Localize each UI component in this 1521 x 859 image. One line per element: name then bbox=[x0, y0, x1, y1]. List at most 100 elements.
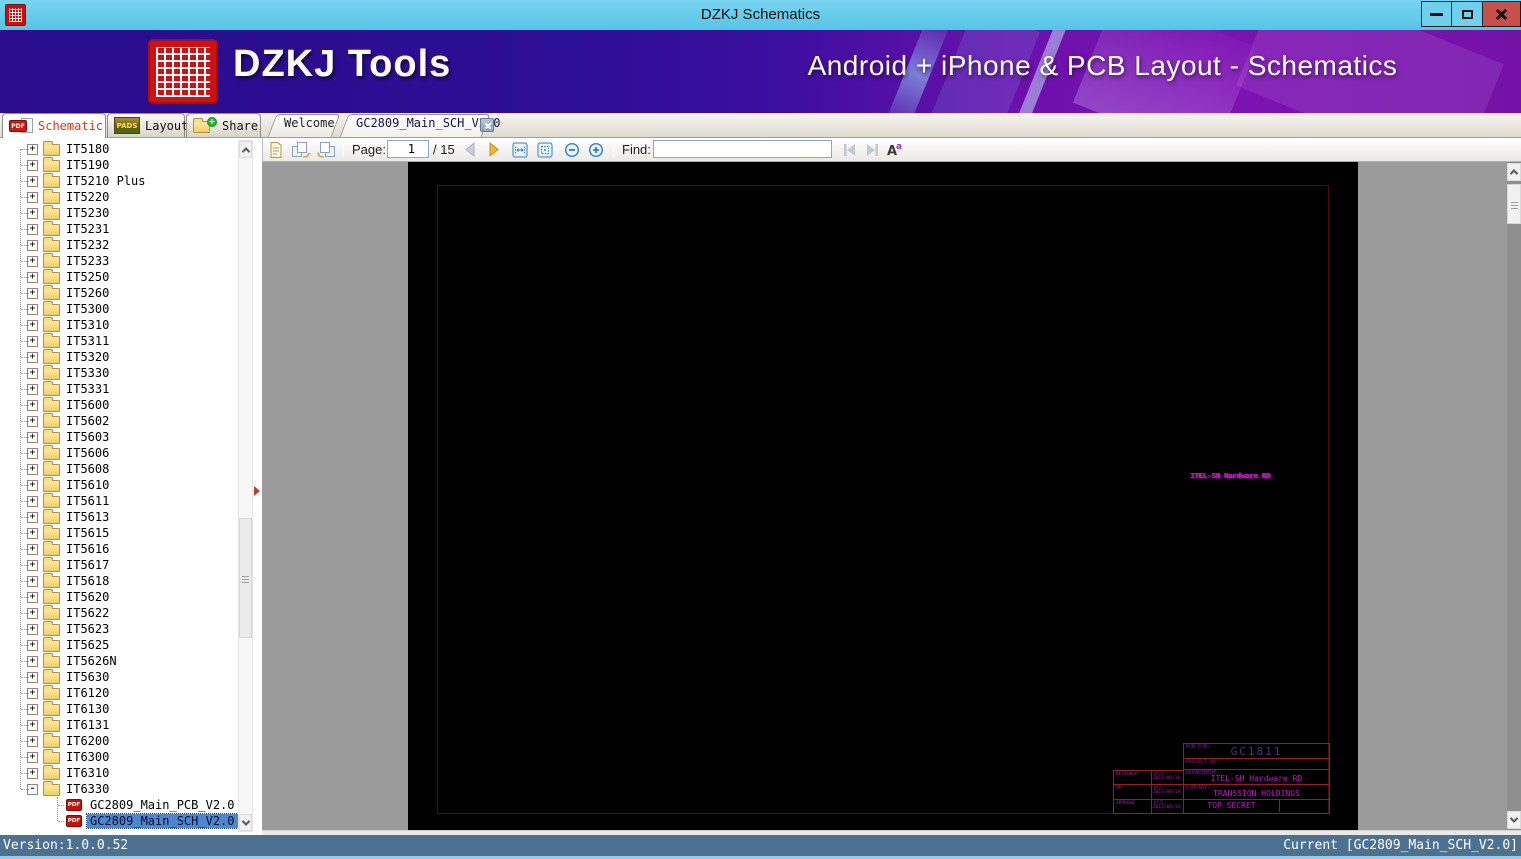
panel-splitter[interactable] bbox=[253, 138, 262, 835]
tree-folder-row[interactable]: + IT5310 bbox=[0, 317, 236, 333]
expand-toggle-icon[interactable]: + bbox=[27, 591, 38, 603]
tree-folder-row[interactable]: + IT6300 bbox=[0, 749, 236, 765]
collapse-toggle-icon[interactable]: - bbox=[27, 783, 38, 795]
close-button[interactable] bbox=[1482, 1, 1521, 27]
tree-folder-row[interactable]: + IT5210 Plus bbox=[0, 173, 236, 189]
tree-folder-row[interactable]: + IT5602 bbox=[0, 413, 236, 429]
expand-toggle-icon[interactable]: + bbox=[27, 671, 38, 683]
tree-folder-row[interactable]: + IT5603 bbox=[0, 429, 236, 445]
tree-folder-row[interactable]: + IT5233 bbox=[0, 253, 236, 269]
tree-folder-row[interactable]: + IT5250 bbox=[0, 269, 236, 285]
tree-folder-row[interactable]: + IT5608 bbox=[0, 461, 236, 477]
expand-toggle-icon[interactable]: + bbox=[27, 575, 38, 587]
expand-toggle-icon[interactable]: + bbox=[27, 191, 38, 203]
expand-toggle-icon[interactable]: + bbox=[27, 271, 38, 283]
zoom-in-button[interactable] bbox=[588, 140, 604, 159]
tab-share[interactable]: Share bbox=[186, 113, 261, 137]
expand-toggle-icon[interactable]: + bbox=[27, 351, 38, 363]
tree-folder-row[interactable]: + IT5617 bbox=[0, 557, 236, 573]
tree-folder-row[interactable]: + IT6200 bbox=[0, 733, 236, 749]
maximize-button[interactable] bbox=[1451, 1, 1483, 27]
page-number-input[interactable] bbox=[387, 140, 429, 158]
expand-toggle-icon[interactable]: + bbox=[27, 719, 38, 731]
tree-folder-row[interactable]: + IT5626N bbox=[0, 653, 236, 669]
viewer-scrollbar[interactable] bbox=[1507, 162, 1521, 830]
expand-toggle-icon[interactable]: + bbox=[27, 255, 38, 267]
tree-folder-row[interactable]: + IT5613 bbox=[0, 509, 236, 525]
tab-layout[interactable]: PADS Layout bbox=[107, 113, 188, 137]
tree-folder-row[interactable]: + IT5180 bbox=[0, 141, 236, 157]
snapshot-page-button[interactable] bbox=[268, 140, 284, 159]
tree-folder-row[interactable]: + IT6120 bbox=[0, 685, 236, 701]
tree-folder-row[interactable]: + IT5618 bbox=[0, 573, 236, 589]
tree-folder-row[interactable]: + IT5611 bbox=[0, 493, 236, 509]
tree-folder-row[interactable]: + IT5220 bbox=[0, 189, 236, 205]
tree-folder-row[interactable]: + IT5600 bbox=[0, 397, 236, 413]
expand-toggle-icon[interactable]: + bbox=[27, 639, 38, 651]
tree-folder-row[interactable]: + IT5610 bbox=[0, 477, 236, 493]
expand-toggle-icon[interactable]: + bbox=[27, 239, 38, 251]
tree-doc-row[interactable]: PDF GC2809_Main_SCH_V2.0 bbox=[0, 813, 239, 829]
expand-toggle-icon[interactable]: + bbox=[27, 495, 38, 507]
expand-toggle-icon[interactable]: + bbox=[27, 447, 38, 459]
expand-toggle-icon[interactable]: + bbox=[27, 319, 38, 331]
tree-folder-row[interactable]: + IT5260 bbox=[0, 285, 236, 301]
expand-toggle-icon[interactable]: + bbox=[27, 415, 38, 427]
expand-toggle-icon[interactable]: + bbox=[27, 655, 38, 667]
tree-folder-row[interactable]: + IT6130 bbox=[0, 701, 236, 717]
tree-scrollbar[interactable] bbox=[238, 140, 253, 832]
expand-toggle-icon[interactable]: + bbox=[27, 399, 38, 411]
scroll-up-icon[interactable] bbox=[1507, 163, 1521, 181]
expand-toggle-icon[interactable]: + bbox=[27, 463, 38, 475]
tree-folder-row[interactable]: + IT5311 bbox=[0, 333, 236, 349]
previous-page-button[interactable] bbox=[463, 140, 477, 159]
tree-folder-row[interactable]: + IT5331 bbox=[0, 381, 236, 397]
find-next-button[interactable] bbox=[863, 140, 881, 159]
tree-folder-row[interactable]: + IT5625 bbox=[0, 637, 236, 653]
expand-toggle-icon[interactable]: + bbox=[27, 703, 38, 715]
previous-view-button[interactable] bbox=[316, 140, 336, 159]
expand-toggle-icon[interactable]: + bbox=[27, 479, 38, 491]
expand-toggle-icon[interactable]: + bbox=[27, 559, 38, 571]
expand-toggle-icon[interactable]: + bbox=[27, 159, 38, 171]
scroll-up-icon[interactable] bbox=[239, 141, 252, 158]
fit-page-button[interactable] bbox=[537, 140, 553, 159]
tree-folder-row[interactable]: + IT5300 bbox=[0, 301, 236, 317]
tree-folder-row[interactable]: + IT5320 bbox=[0, 349, 236, 365]
expand-toggle-icon[interactable]: + bbox=[27, 431, 38, 443]
tree-folder-row[interactable]: + IT5606 bbox=[0, 445, 236, 461]
expand-toggle-icon[interactable]: + bbox=[27, 527, 38, 539]
font-size-button[interactable]: A a bbox=[885, 140, 903, 159]
tab-close-icon[interactable] bbox=[480, 118, 494, 132]
tree-doc-row[interactable]: PDF GC2809_Main_PCB_V2.0 bbox=[0, 797, 236, 813]
expand-toggle-icon[interactable]: + bbox=[27, 175, 38, 187]
expand-toggle-icon[interactable]: + bbox=[27, 143, 38, 155]
doc-tab-document[interactable]: GC2809_Main_SCH_V2.0 bbox=[339, 114, 501, 137]
minimize-button[interactable] bbox=[1421, 1, 1452, 27]
find-previous-button[interactable] bbox=[841, 140, 859, 159]
tree-folder-row[interactable]: + IT6131 bbox=[0, 717, 236, 733]
tree-folder-row[interactable]: + IT5230 bbox=[0, 205, 236, 221]
expand-toggle-icon[interactable]: + bbox=[27, 735, 38, 747]
tab-schematic[interactable]: PDF Schematic bbox=[2, 113, 106, 138]
expand-toggle-icon[interactable]: + bbox=[27, 543, 38, 555]
tree-folder-row[interactable]: + IT5190 bbox=[0, 157, 236, 173]
next-view-button[interactable] bbox=[291, 140, 311, 159]
viewer-scrollbar-thumb[interactable] bbox=[1507, 184, 1521, 224]
expand-toggle-icon[interactable]: + bbox=[27, 687, 38, 699]
zoom-out-button[interactable] bbox=[564, 140, 580, 159]
expand-toggle-icon[interactable]: + bbox=[27, 751, 38, 763]
expand-toggle-icon[interactable]: + bbox=[27, 767, 38, 779]
collapse-arrow-icon[interactable] bbox=[254, 486, 260, 496]
doc-tab-welcome[interactable]: Welcome bbox=[267, 114, 341, 137]
tree-scrollbar-thumb[interactable] bbox=[239, 518, 252, 638]
tree-folder-row[interactable]: + IT5330 bbox=[0, 365, 236, 381]
expand-toggle-icon[interactable]: + bbox=[27, 383, 38, 395]
next-page-button[interactable] bbox=[487, 140, 501, 159]
tree-folder-row[interactable]: - IT6330 bbox=[0, 781, 236, 797]
scroll-down-icon[interactable] bbox=[1507, 811, 1521, 829]
find-input[interactable] bbox=[653, 140, 832, 158]
tree-folder-row[interactable]: + IT5623 bbox=[0, 621, 236, 637]
tree-folder-row[interactable]: + IT5620 bbox=[0, 589, 236, 605]
expand-toggle-icon[interactable]: + bbox=[27, 511, 38, 523]
